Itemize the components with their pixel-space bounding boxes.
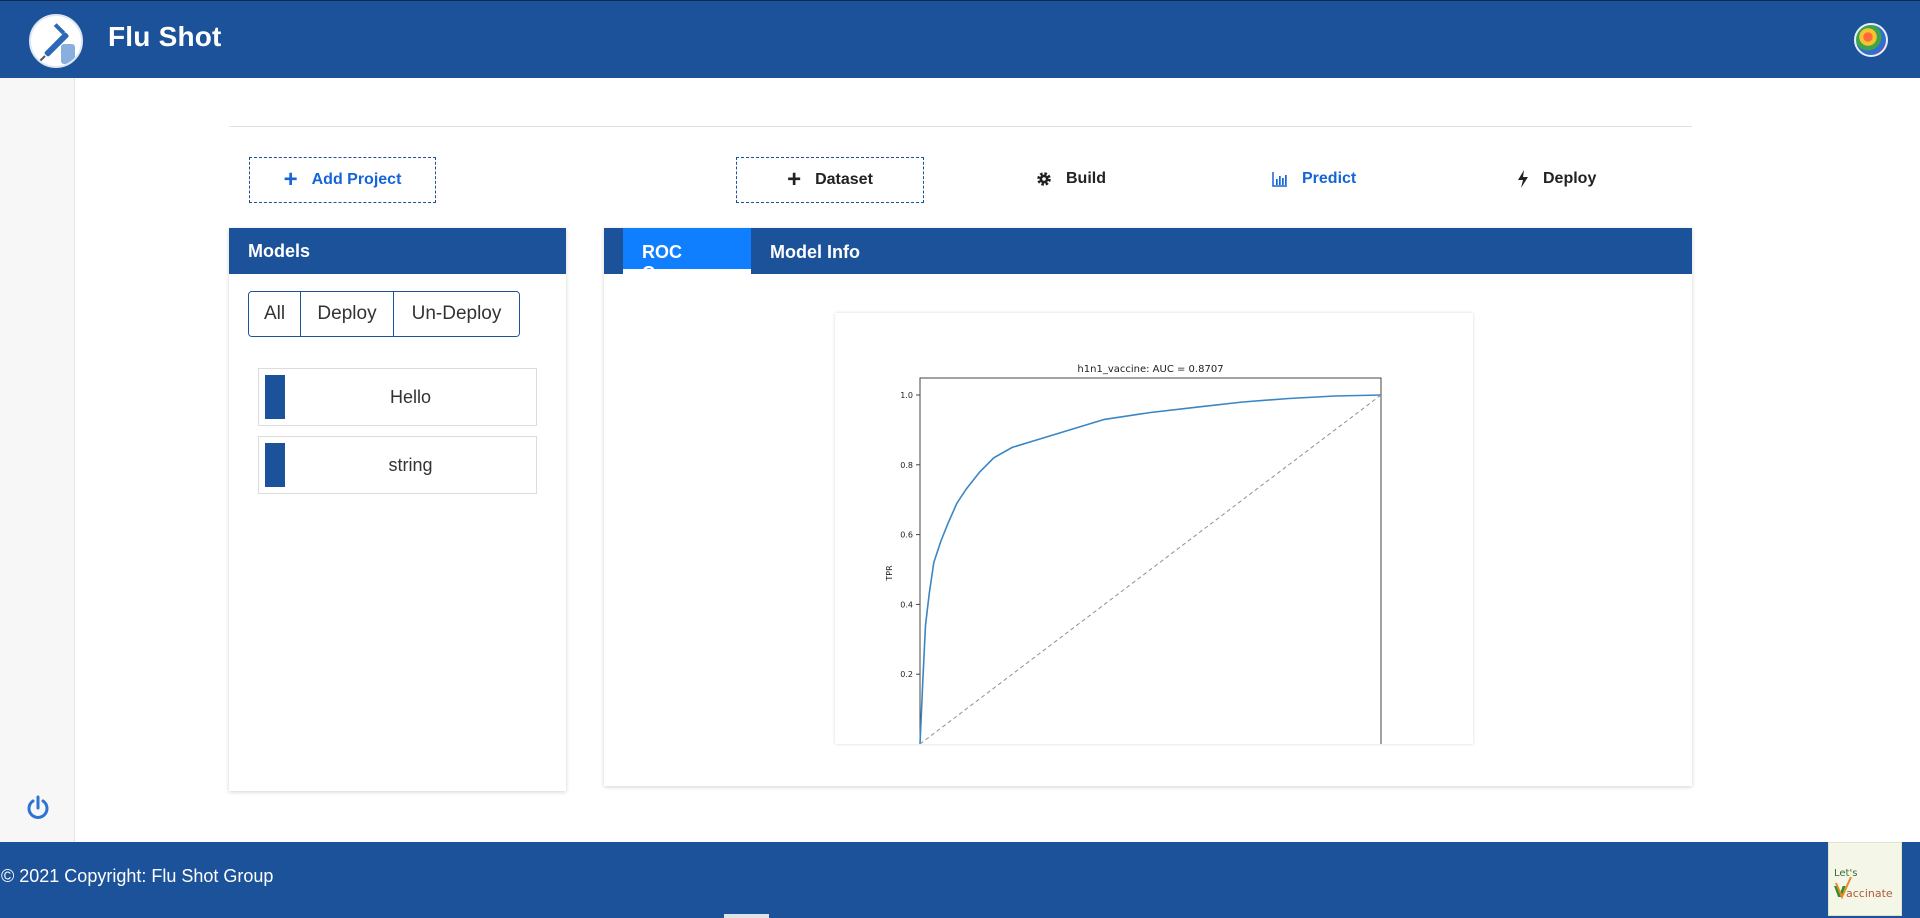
power-icon[interactable] xyxy=(25,795,51,821)
y-tick-label: 0.8 xyxy=(900,461,913,470)
tab-model-info[interactable]: Model Info xyxy=(751,228,879,274)
models-panel-title: Models xyxy=(229,228,566,274)
y-tick-label: 0.6 xyxy=(900,531,913,540)
predict-label: Predict xyxy=(1302,170,1357,187)
filter-all-button[interactable]: All xyxy=(249,292,301,336)
model-color-marker xyxy=(265,443,285,487)
models-panel: Models All Deploy Un-Deploy Hello string xyxy=(229,228,566,791)
gear-icon xyxy=(1037,172,1051,186)
chance-diagonal-line xyxy=(919,394,1382,744)
details-tab-bar: ROC Curve Model Info xyxy=(604,228,1692,283)
user-avatar-icon[interactable] xyxy=(1854,23,1888,57)
filter-undeploy-button[interactable]: Un-Deploy xyxy=(394,292,519,336)
model-list-item[interactable]: string xyxy=(258,436,537,494)
deploy-label: Deploy xyxy=(1543,170,1597,187)
top-navigation-bar: Flu Shot xyxy=(0,0,1920,78)
roc-curve-chart: h1n1_vaccine: AUC = 0.8707 TPR 0.2 0.4 0.6 0.… xyxy=(885,364,1382,744)
y-axis-label: TPR xyxy=(885,565,894,582)
model-list-item[interactable]: Hello xyxy=(258,368,537,426)
model-filter-group: All Deploy Un-Deploy xyxy=(248,291,520,337)
model-color-marker xyxy=(265,375,285,419)
svg-text:Let's: Let's xyxy=(1834,868,1857,879)
filter-deploy-button[interactable]: Deploy xyxy=(301,292,394,336)
plot-frame xyxy=(919,377,1382,744)
lets-vaccinate-badge: Let's V accinate xyxy=(1828,842,1902,916)
build-label: Build xyxy=(1066,170,1106,187)
bottom-edge-handle xyxy=(724,914,769,918)
chart-title: h1n1_vaccine: AUC = 0.8707 xyxy=(1077,364,1223,375)
model-name: string xyxy=(388,454,433,475)
lightning-bolt-icon xyxy=(1518,170,1528,188)
deploy-step-button[interactable]: Deploy xyxy=(1517,170,1596,188)
roc-chart-card: h1n1_vaccine: AUC = 0.8707 TPR 0.2 0.4 0.6 0.… xyxy=(835,313,1473,744)
syringe-logo-icon[interactable] xyxy=(29,14,83,68)
y-tick-label: 0.2 xyxy=(900,670,913,679)
add-project-button[interactable]: + Add Project xyxy=(249,157,436,203)
bar-chart-icon xyxy=(1272,172,1287,187)
model-details-panel: ROC Curve Model Info h1n1_vaccine: AUC =… xyxy=(604,228,1692,786)
plus-icon: + xyxy=(787,166,802,193)
dataset-label: Dataset xyxy=(815,171,873,188)
build-step-button[interactable]: Build xyxy=(1036,170,1106,188)
add-project-label: Add Project xyxy=(311,171,402,188)
y-tick-label: 0.4 xyxy=(900,600,913,609)
left-sidebar xyxy=(0,78,75,842)
dataset-step-button[interactable]: + Dataset xyxy=(736,157,924,203)
divider-line xyxy=(229,126,1692,127)
plus-icon: + xyxy=(283,166,298,193)
model-name: Hello xyxy=(389,386,432,407)
copyright-text: © 2021 Copyright: Flu Shot Group xyxy=(1,866,274,886)
tab-roc-curve[interactable]: ROC Curve xyxy=(623,228,751,283)
app-title: Flu Shot xyxy=(108,21,222,52)
svg-text:accinate: accinate xyxy=(1846,887,1893,900)
footer: © 2021 Copyright: Flu Shot Group Let's V… xyxy=(0,842,1920,918)
predict-step-button[interactable]: Predict xyxy=(1272,170,1356,188)
y-tick-label: 1.0 xyxy=(900,391,913,400)
